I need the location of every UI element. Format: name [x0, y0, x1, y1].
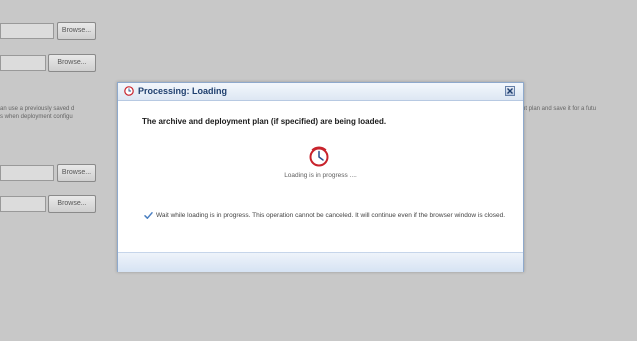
dialog-header: Processing: Loading — [118, 83, 523, 101]
browse-button: Browse... — [57, 22, 96, 40]
processing-dialog: Processing: Loading The archive and depl… — [117, 82, 524, 272]
dialog-title: Processing: Loading — [138, 86, 228, 96]
file-field — [0, 165, 54, 181]
dialog-footer — [118, 252, 523, 272]
clock-icon — [124, 86, 134, 96]
background-text: an use a previously saved d — [0, 106, 75, 112]
clock-icon — [309, 146, 329, 167]
file-field — [0, 196, 46, 212]
browse-button: Browse... — [48, 54, 96, 72]
dialog-message: The archive and deployment plan (if spec… — [142, 117, 387, 126]
checkmark-icon — [144, 212, 153, 219]
browse-button: Browse... — [57, 164, 96, 182]
info-message: Wait while loading is in progress. This … — [156, 212, 506, 219]
background-text: nt plan and save it for a futu — [522, 106, 597, 112]
file-field — [0, 55, 46, 71]
close-button[interactable] — [505, 86, 515, 96]
close-icon — [507, 88, 513, 94]
background-text: s when deployment configu — [0, 114, 73, 120]
browse-button: Browse... — [48, 195, 96, 213]
file-field — [0, 23, 54, 39]
loading-status: Loading is in progress .... — [284, 172, 357, 179]
